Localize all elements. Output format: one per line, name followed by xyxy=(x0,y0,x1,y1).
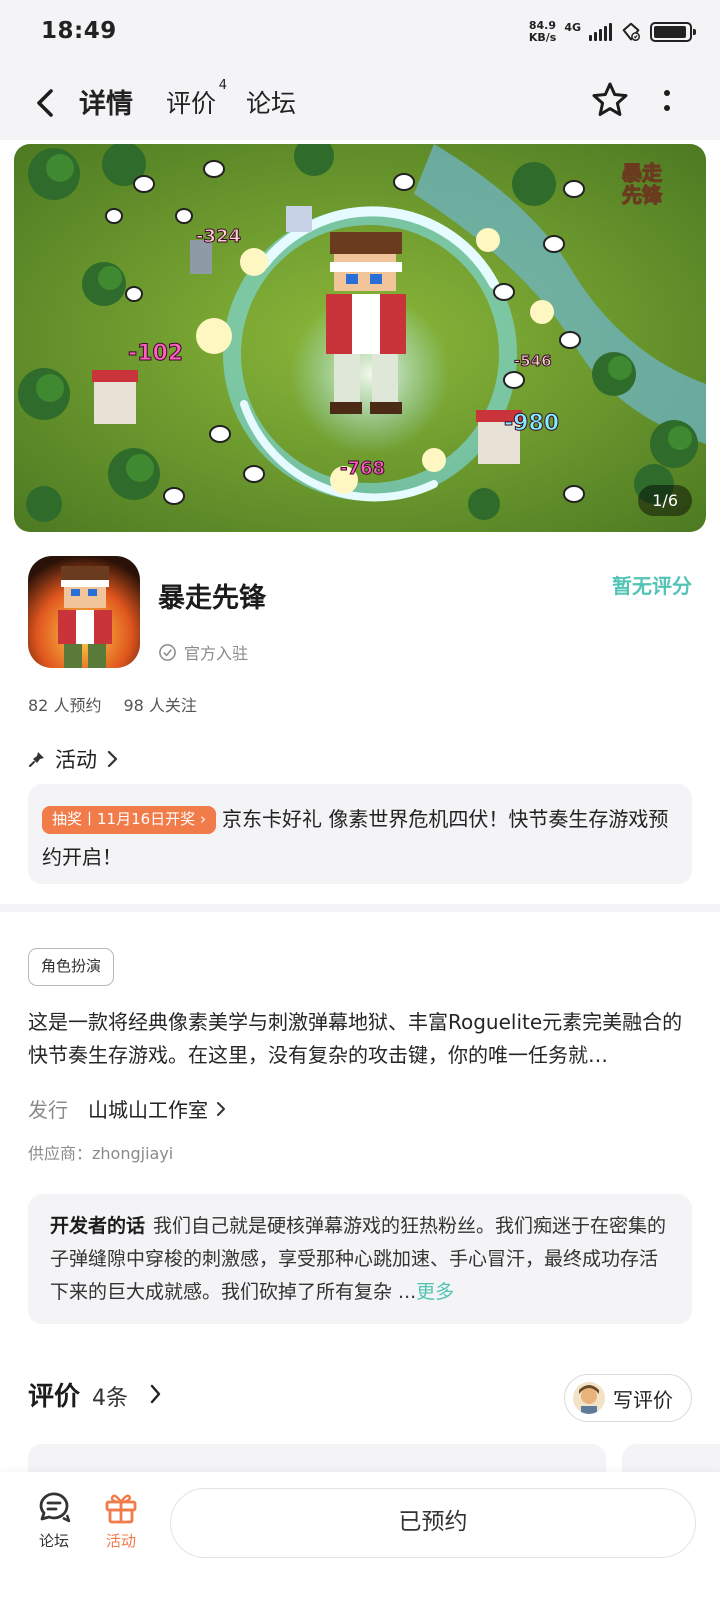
gift-icon xyxy=(105,1494,137,1524)
more-icon[interactable] xyxy=(660,88,674,118)
publisher-row[interactable]: 发行 山城山工作室 xyxy=(28,1094,228,1123)
tab-details[interactable]: 详情 xyxy=(75,82,137,121)
network-speed: 84.9 KB/s xyxy=(528,19,557,44)
section-divider xyxy=(0,904,720,912)
chevron-right-icon: › xyxy=(199,810,206,828)
more-link[interactable]: 更多 xyxy=(416,1281,454,1303)
chevron-right-icon xyxy=(107,750,118,768)
app-name: 暴走先锋 xyxy=(158,583,266,614)
game-stats: 82 人预约 98 人关注 xyxy=(28,692,197,716)
developer-note-title: 开发者的话 xyxy=(50,1215,146,1237)
top-nav: 详情 评价 4 论坛 xyxy=(0,68,720,140)
rating-status: 暂无评分 xyxy=(612,574,692,598)
publisher-name: 山城山工作室 xyxy=(88,1098,208,1122)
forum-icon xyxy=(39,1492,71,1523)
reviews-count-badge: 4 xyxy=(218,78,228,93)
damage-number: -324 xyxy=(196,226,241,247)
tab-reviews[interactable]: 评价 4 xyxy=(166,78,227,120)
activity-card[interactable]: 抽奖丨11月16日开奖 › 京东卡好礼 像素世界危机四伏！快节奏生存游戏预约开启！ xyxy=(28,784,692,884)
carousel-counter: 1/6 xyxy=(638,485,692,516)
reservation-count: 82 人预约 xyxy=(28,696,102,715)
avatar xyxy=(573,1382,605,1414)
back-icon[interactable] xyxy=(30,86,62,120)
status-time: 18:49 xyxy=(41,18,117,44)
official-badge: 官方入驻 xyxy=(158,640,248,664)
battery-icon xyxy=(650,22,696,42)
nav-forum[interactable]: 论坛 xyxy=(26,1488,82,1551)
svg-text:暴走: 暴走 xyxy=(622,161,662,185)
supplier-info: 供应商：zhongjiayi xyxy=(28,1144,174,1163)
star-icon[interactable] xyxy=(590,80,630,120)
status-bar: 18:49 84.9 KB/s 4G xyxy=(0,0,720,68)
hotspot-icon xyxy=(622,22,640,41)
lottery-badge[interactable]: 抽奖丨11月16日开奖 › xyxy=(42,806,216,834)
developer-note-card[interactable]: 开发者的话 我们自己就是硬核弹幕游戏的狂热粉丝。我们痴迷于在密集的子弹缝隙中穿梭的… xyxy=(28,1194,692,1324)
reserved-button[interactable]: 已预约 xyxy=(170,1488,696,1558)
damage-number: -768 xyxy=(340,458,385,479)
damage-number: -980 xyxy=(504,411,559,436)
svg-text:先锋: 先锋 xyxy=(622,183,663,207)
reviews-count: 4条 xyxy=(92,1386,129,1411)
verified-icon xyxy=(159,643,176,661)
activity-section-header[interactable]: 活动 xyxy=(28,744,118,774)
game-screenshot: -324 -102 -546 -980 -768 暴走 先锋 xyxy=(14,144,706,532)
genre-tag[interactable]: 角色扮演 xyxy=(28,948,115,986)
signal-icon xyxy=(589,23,612,41)
reviews-header[interactable]: 评价 4条 xyxy=(28,1376,162,1413)
chevron-right-icon xyxy=(217,1101,225,1116)
damage-number: -102 xyxy=(128,341,183,366)
bottom-action-bar: 论坛 活动 已预约 xyxy=(0,1472,720,1600)
write-review-button[interactable]: 写评价 xyxy=(564,1374,692,1422)
network-type: 4G xyxy=(564,20,581,34)
app-icon xyxy=(28,556,140,668)
chevron-right-icon xyxy=(150,1384,161,1404)
status-indicators: 84.9 KB/s 4G xyxy=(528,19,696,44)
game-description[interactable]: 这是一款将经典像素美学与刺激弹幕地狱、丰富Roguelite元素完美融合的快节奏… xyxy=(28,1006,692,1072)
follower-count: 98 人关注 xyxy=(123,696,197,715)
tab-forum[interactable]: 论坛 xyxy=(246,84,296,120)
damage-number: -546 xyxy=(514,352,552,370)
pin-icon xyxy=(29,752,44,767)
nav-activity[interactable]: 活动 xyxy=(93,1488,149,1551)
screenshot-carousel[interactable]: -324 -102 -546 -980 -768 暴走 先锋 1/6 xyxy=(14,144,706,532)
